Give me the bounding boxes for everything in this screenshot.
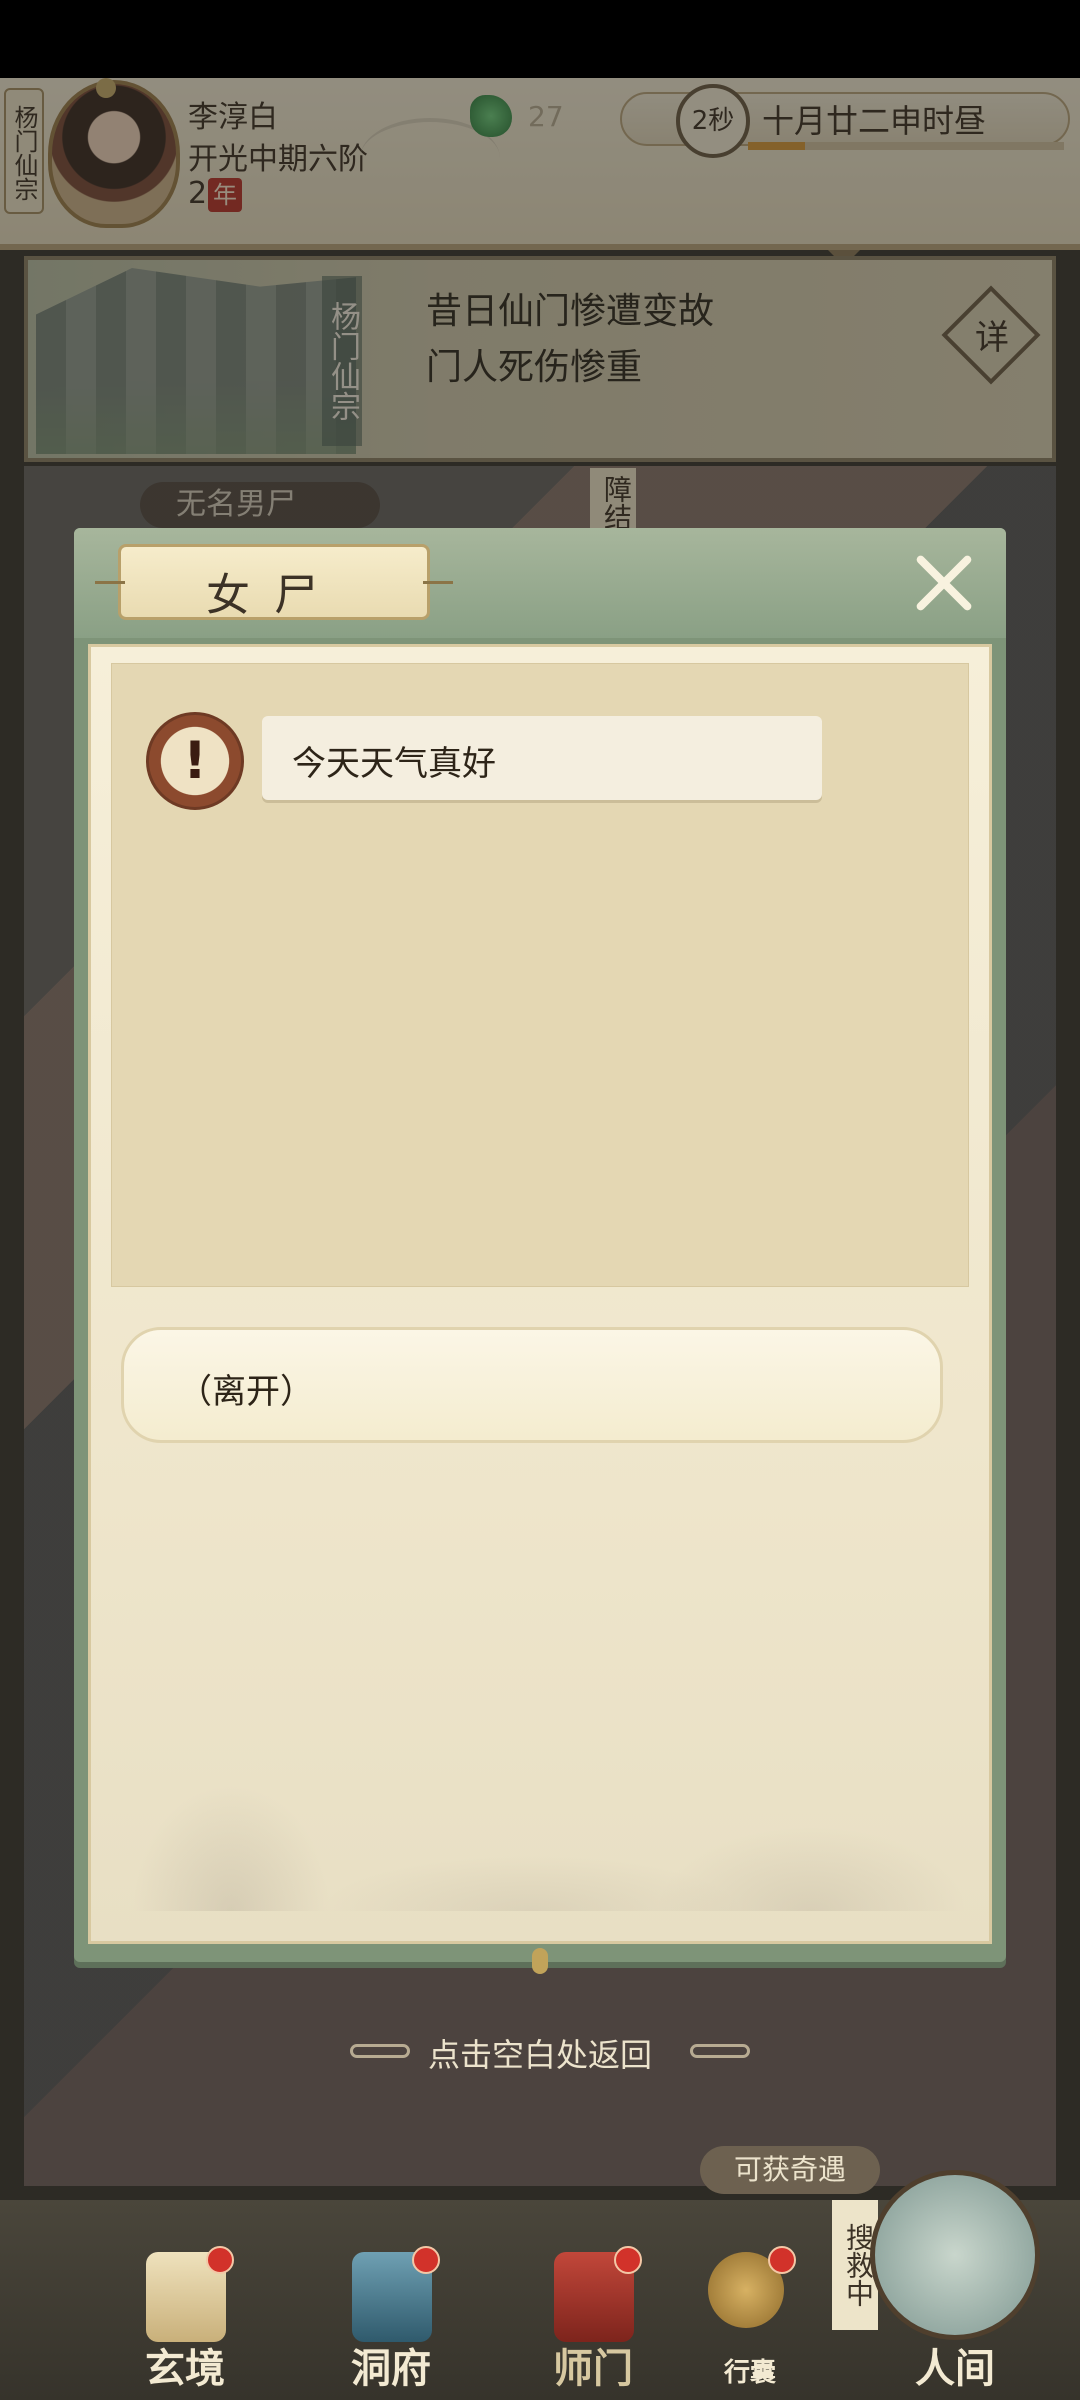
hint-right-deco-icon xyxy=(690,2044,750,2058)
event-dialog: 女尸 ! 今天天气真好 （离开） xyxy=(74,528,1006,1974)
nav-renjian[interactable]: 人间 xyxy=(880,2252,1030,2392)
notification-dot xyxy=(206,2246,234,2274)
message-panel: ! 今天天气真好 xyxy=(111,663,969,1287)
leave-option-button[interactable]: （离开） xyxy=(121,1327,943,1443)
nav-label: 师门 xyxy=(553,2345,633,2392)
encounter-tag[interactable]: 可获奇遇 xyxy=(700,2146,880,2194)
nav-shimen[interactable]: 师门 xyxy=(518,2246,668,2392)
close-button[interactable] xyxy=(912,550,978,616)
dialog-title: 女尸 xyxy=(206,570,342,621)
ink-mountain-decoration xyxy=(91,1671,989,1911)
nav-label: 人间 xyxy=(915,2345,995,2392)
status-bar-background xyxy=(0,0,1080,78)
dialog-knot-icon xyxy=(532,1948,548,1974)
dialog-header: 女尸 xyxy=(74,528,1006,638)
alert-icon: ! xyxy=(146,712,244,810)
dialog-body: ! 今天天气真好 （离开） xyxy=(88,644,992,1944)
message-text: 今天天气真好 xyxy=(292,744,496,784)
title-plaque: 女尸 xyxy=(95,544,453,621)
notification-dot xyxy=(768,2246,796,2274)
notification-dot xyxy=(614,2246,642,2274)
notification-dot xyxy=(412,2246,440,2274)
nav-label: 行囊 xyxy=(723,2358,776,2388)
nav-label: 玄境 xyxy=(145,2345,225,2392)
nav-label: 洞府 xyxy=(351,2345,431,2392)
nav-dongfu[interactable]: 洞府 xyxy=(316,2246,466,2392)
leave-option-label: （离开） xyxy=(178,1372,314,1412)
message-bubble: 今天天气真好 xyxy=(262,716,822,800)
nav-xuanjing[interactable]: 玄境 xyxy=(110,2246,260,2392)
nav-xingnang[interactable]: 行囊 xyxy=(690,2246,810,2392)
return-hint: 点击空白处返回 xyxy=(427,2036,652,2074)
